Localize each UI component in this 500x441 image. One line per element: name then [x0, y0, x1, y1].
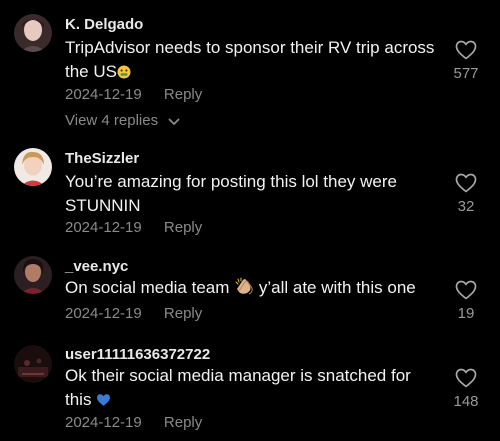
heart-outline-icon [455, 173, 477, 193]
comment-username[interactable]: K. Delgado [65, 16, 143, 33]
view-replies-label: View 4 replies [65, 112, 159, 129]
view-replies-button[interactable]: View 4 replies [65, 112, 180, 130]
heart-outline-icon [455, 280, 477, 300]
chevron-down-icon [168, 113, 180, 130]
user-avatar-image [14, 148, 52, 186]
user-avatar-image [14, 256, 52, 294]
avatar[interactable] [14, 256, 52, 294]
like-button[interactable]: 32 [444, 173, 488, 215]
user-avatar-image [14, 345, 52, 383]
avatar[interactable] [14, 148, 52, 186]
comment-date: 2024-12-19 [65, 86, 142, 103]
avatar[interactable] [14, 14, 52, 52]
user-avatar-image [14, 14, 52, 52]
like-count: 148 [453, 393, 479, 410]
like-button[interactable]: 148 [444, 368, 488, 410]
comment-username[interactable]: TheSizzler [65, 150, 139, 167]
clapping-hands-icon [234, 277, 254, 302]
comment-meta: 2024-12-19 Reply [65, 414, 202, 431]
reply-button[interactable]: Reply [164, 219, 202, 236]
comment-date: 2024-12-19 [65, 414, 142, 431]
comment-text: TripAdvisor needs to sponsor their RV tr… [65, 36, 440, 86]
comment-text-body: y’all ate with this one [258, 278, 416, 297]
money-mouth-face-icon [117, 62, 131, 86]
comment-meta: 2024-12-19 Reply [65, 305, 202, 322]
like-count: 577 [453, 65, 479, 82]
comment-meta: 2024-12-19 Reply [65, 219, 202, 236]
like-button[interactable]: 19 [444, 280, 488, 322]
reply-button[interactable]: Reply [164, 414, 202, 431]
comment-username[interactable]: user11111636372722 [65, 346, 210, 363]
comment-date: 2024-12-19 [65, 305, 142, 322]
like-button[interactable]: 577 [444, 40, 488, 82]
reply-button[interactable]: Reply [164, 305, 202, 322]
heart-outline-icon [455, 368, 477, 388]
heart-outline-icon [455, 40, 477, 60]
comment-text-body: Ok their social media manager is snatche… [65, 366, 411, 409]
comment-username[interactable]: _vee.nyc [65, 258, 128, 275]
comment-text-body: On social media team [65, 278, 230, 297]
reply-button[interactable]: Reply [164, 86, 202, 103]
blue-heart-icon [96, 390, 111, 414]
comment-text: On social media team y’all ate with this… [65, 276, 440, 302]
comment-text: You’re amazing for posting this lol they… [65, 172, 397, 215]
comment-meta: 2024-12-19 Reply [65, 86, 202, 103]
avatar[interactable] [14, 345, 52, 383]
like-count: 32 [457, 198, 475, 215]
comment-date: 2024-12-19 [65, 219, 142, 236]
comment-text: Ok their social media manager is snatche… [65, 364, 440, 414]
like-count: 19 [457, 305, 475, 322]
